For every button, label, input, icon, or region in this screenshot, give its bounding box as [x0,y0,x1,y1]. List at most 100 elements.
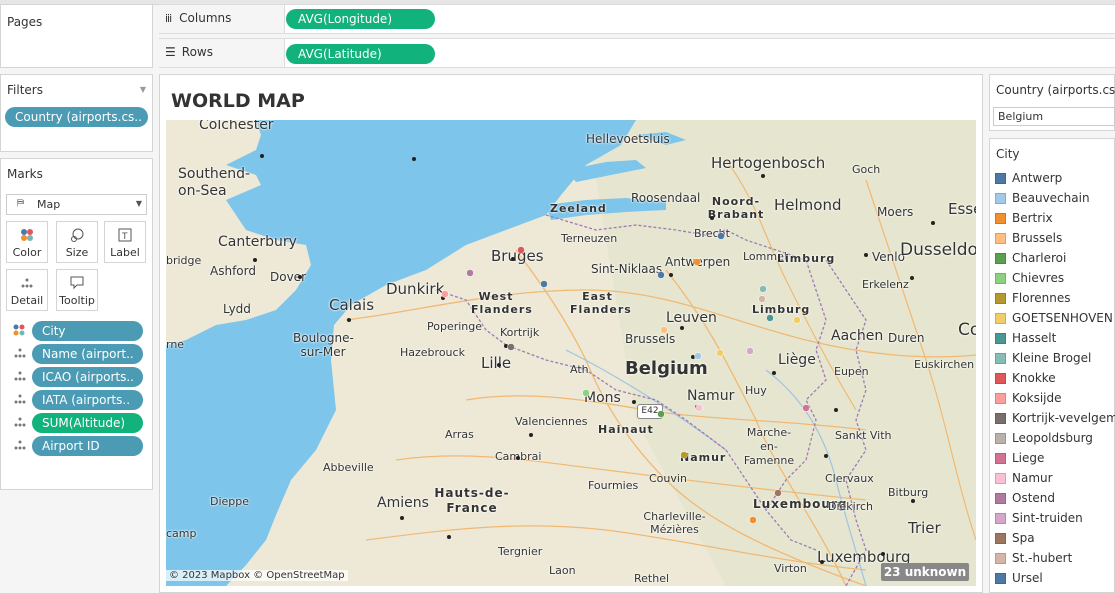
size-button[interactable]: Size [56,221,98,263]
legend-item[interactable]: Sint-truiden [992,510,1115,530]
color-icon [13,324,29,336]
legend-label: Namur [1012,471,1053,485]
legend-item[interactable]: Antwerp [992,170,1115,190]
rows-pill[interactable]: AVG(Latitude) [286,44,435,64]
detail-icon [13,416,29,428]
marks-title: Marks [7,167,43,181]
rows-label: ☰ Rows [165,45,213,59]
legend-label: Hasselt [1012,331,1057,345]
marks-field-name[interactable]: Name (airport.. [32,344,143,364]
airport-mark-koksijde [441,290,449,298]
legend-item[interactable]: Leopoldsburg [992,430,1115,450]
color-button[interactable]: Color [6,221,48,263]
chevron-down-icon[interactable]: ▼ [140,85,146,94]
legend-swatch [995,413,1006,424]
legend-label: Leopoldsburg [1012,431,1093,445]
legend-title: City [996,147,1020,161]
legend-swatch [995,313,1006,324]
legend-item[interactable]: Bertrix [992,210,1115,230]
filter-pill-country[interactable]: Country (airports.cs.. [5,107,148,127]
map-attribution[interactable]: © 2023 Mapbox © OpenStreetMap [166,570,348,581]
columns-label: iii Columns [165,11,231,25]
legend-item[interactable]: Liege [992,450,1115,470]
legend-swatch [995,393,1006,404]
legend-item[interactable]: Florennes [992,290,1115,310]
country-filter-select[interactable]: Belgium [993,107,1115,126]
marks-field-iata[interactable]: IATA (airports.. [32,390,143,410]
columns-icon: iii [165,12,172,25]
country-filter-value: Belgium [998,110,1044,123]
legend-item[interactable]: GOETSENHOVEN [992,310,1115,330]
legend-swatch [995,193,1006,204]
legend-swatch [995,573,1006,584]
detail-button[interactable]: Detail [6,269,48,311]
legend-item[interactable]: Spa [992,530,1115,550]
legend-swatch [995,453,1006,464]
unknown-badge[interactable]: 23 unknown [881,563,969,581]
legend-swatch [995,233,1006,244]
legend-label: Kleine Brogel [1012,351,1092,365]
legend-swatch [995,173,1006,184]
label-icon: T [105,228,145,242]
map-canvas[interactable]: Colchester Hellevoetsluis Hertogenbosch … [166,120,976,586]
marks-field-city[interactable]: City [32,321,143,341]
legend-label: Florennes [1012,291,1071,305]
airport-mark-sint-truiden [746,347,754,355]
legend-label: Antwerp [1012,171,1063,185]
airport-mark-st-hubert [758,295,766,303]
tooltip-label: Tooltip [59,294,95,307]
legend-item[interactable]: St.-hubert [992,550,1115,570]
columns-shelf[interactable]: iii Columns AVG(Longitude) [159,4,1115,34]
mark-type-value: Map [37,198,61,211]
legend-item[interactable]: Koksijde [992,390,1115,410]
legend-item[interactable]: Ursel [992,570,1115,590]
marks-field-icao[interactable]: ICAO (airports.. [32,367,143,387]
legend-swatch [995,473,1006,484]
legend-item[interactable]: Brussels [992,230,1115,250]
legend-label: Ursel [1012,571,1043,585]
rows-label-text: Rows [181,45,213,59]
legend-label: Kortrijk-vevelgem [1012,411,1115,425]
legend-label: Brussels [1012,231,1063,245]
detail-icon [13,393,29,405]
legend-item[interactable]: Kleine Brogel [992,350,1115,370]
legend-item[interactable]: Knokke [992,370,1115,390]
legend-item[interactable]: Ostend [992,490,1115,510]
filters-panel: Filters ▼ Country (airports.cs.. [0,74,153,152]
legend-swatch [995,353,1006,364]
marks-field-airport-id[interactable]: Airport ID [32,436,143,456]
legend-swatch [995,533,1006,544]
airport-mark-antwerp-2 [717,232,725,240]
columns-pill[interactable]: AVG(Longitude) [286,9,435,29]
legend-label: Sint-truiden [1012,511,1083,525]
rows-drop-area[interactable]: AVG(Latitude) [285,39,1115,67]
pages-panel: Pages [0,4,153,68]
tooltip-button[interactable]: Tooltip [56,269,98,311]
legend-item[interactable]: Beauvechain [992,190,1115,210]
legend-item[interactable]: Chievres [992,270,1115,290]
legend-item[interactable]: Hasselt [992,330,1115,350]
legend-swatch [995,273,1006,284]
legend-label: GOETSENHOVEN [1012,311,1113,325]
legend-label: Ostend [1012,491,1056,505]
legend-label: Beauvechain [1012,191,1090,205]
legend-swatch [995,513,1006,524]
detail-icon [13,370,29,382]
legend-item[interactable]: Kortrijk-vevelgem [992,410,1115,430]
legend-item[interactable]: Namur [992,470,1115,490]
airport-mark-liege [802,404,810,412]
mark-type-dropdown[interactable]: ⛿ Map ▼ [6,194,147,215]
detail-icon [13,439,29,451]
airport-mark-leopoldsburg [766,314,774,322]
label-button[interactable]: T Label [104,221,146,263]
country-filter-title: Country (airports.csv) [996,83,1115,97]
chevron-down-icon: ▼ [135,199,142,208]
columns-drop-area[interactable]: AVG(Longitude) [285,5,1115,33]
airport-mark-chievres [582,389,590,397]
legend-swatch [995,293,1006,304]
rows-shelf[interactable]: ☰ Rows AVG(Latitude) [159,38,1115,68]
marks-field-altitude[interactable]: SUM(Altitude) [32,413,143,433]
size-label: Size [65,246,89,259]
tooltip-icon [57,276,97,290]
legend-item[interactable]: Charleroi [992,250,1115,270]
